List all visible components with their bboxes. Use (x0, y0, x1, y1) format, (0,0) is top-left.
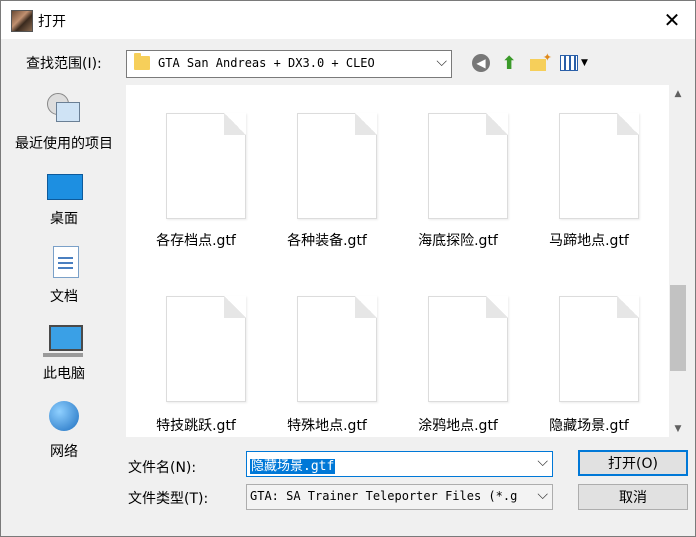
file-icon (166, 113, 246, 219)
filetype-label: 文件类型(T): (128, 491, 209, 507)
sidebar-item-desktop[interactable]: 桌面 (5, 172, 123, 244)
window-title: 打开 (38, 14, 66, 30)
desktop-icon (47, 174, 83, 200)
file-name: 各种装备.gtf (287, 233, 367, 249)
sidebar-item-label: 最近使用的项目 (15, 136, 113, 152)
scroll-down-icon[interactable]: ▼ (669, 420, 687, 437)
file-item[interactable]: 各种装备.gtf (267, 85, 387, 249)
filename-input[interactable]: 隐藏场景.gtf ⌵ (246, 451, 553, 477)
back-icon: ◀ (472, 54, 490, 72)
up-folder-button[interactable]: ⬆ (498, 52, 520, 74)
chevron-down-icon: ⌵ (537, 487, 548, 503)
filetype-select[interactable]: GTA: SA Trainer Teleporter Files (*.g ⌵ (246, 484, 553, 510)
file-list: 各存档点.gtf 各种装备.gtf 海底探险.gtf 马蹄地点.gtf 特技跳跃… (126, 85, 669, 437)
title-bar: 打开 ✕ (1, 1, 695, 39)
back-button[interactable]: ◀ (470, 52, 492, 74)
sidebar-item-network[interactable]: 网络 (5, 401, 123, 473)
filetype-value: GTA: SA Trainer Teleporter Files (*.g (250, 489, 518, 503)
file-icon (559, 296, 639, 402)
view-menu-button[interactable]: ▼ (557, 52, 591, 74)
documents-icon (53, 246, 79, 278)
chevron-down-icon: ⌵ (436, 54, 447, 70)
lookin-value: GTA San Andreas + DX3.0 + CLEO (158, 56, 375, 70)
sidebar-item-documents[interactable]: 文档 (5, 246, 123, 318)
folder-icon (134, 53, 150, 70)
close-button[interactable]: ✕ (649, 1, 695, 39)
file-name: 海底探险.gtf (418, 233, 498, 249)
file-item[interactable]: 马蹄地点.gtf (529, 85, 649, 249)
file-icon (428, 113, 508, 219)
file-icon (428, 296, 508, 402)
file-name: 各存档点.gtf (156, 233, 236, 249)
file-item[interactable]: 隐藏场景.gtf (529, 268, 649, 434)
file-name: 马蹄地点.gtf (549, 233, 629, 249)
lookin-dropdown[interactable]: GTA San Andreas + DX3.0 + CLEO ⌵ (126, 50, 452, 78)
sidebar-item-label: 文档 (50, 289, 78, 305)
file-item[interactable]: 涂鸦地点.gtf (398, 268, 518, 434)
file-item[interactable]: 特技跳跃.gtf (136, 268, 256, 434)
file-icon (559, 113, 639, 219)
file-item[interactable]: 海底探险.gtf (398, 85, 518, 249)
new-folder-icon (530, 51, 552, 71)
app-icon (11, 10, 33, 32)
network-icon (49, 401, 79, 431)
scroll-thumb[interactable] (670, 285, 686, 371)
sidebar-item-recent[interactable]: 最近使用的项目 (5, 89, 123, 161)
lookin-label: 查找范围(I): (26, 56, 102, 72)
up-arrow-icon: ⬆ (501, 52, 517, 74)
sidebar-item-this-pc[interactable]: 此电脑 (5, 323, 123, 395)
open-file-dialog: 打开 ✕ 查找范围(I): GTA San Andreas + DX3.0 + … (0, 0, 696, 537)
filename-value: 隐藏场景.gtf (250, 459, 336, 474)
file-item[interactable]: 各存档点.gtf (136, 85, 256, 249)
places-sidebar: 最近使用的项目 桌面 文档 此电脑 网络 (5, 85, 121, 525)
computer-icon (43, 325, 83, 357)
vertical-scrollbar[interactable]: ▲ ▼ (669, 85, 687, 437)
sidebar-item-label: 桌面 (50, 211, 78, 227)
file-name: 涂鸦地点.gtf (418, 418, 498, 434)
file-name: 隐藏场景.gtf (549, 418, 629, 434)
file-icon (166, 296, 246, 402)
new-folder-button[interactable] (527, 51, 552, 74)
file-name: 特殊地点.gtf (287, 418, 367, 434)
recent-icon (47, 93, 80, 123)
scroll-up-icon[interactable]: ▲ (669, 85, 687, 102)
file-icon (297, 113, 377, 219)
sidebar-item-label: 此电脑 (43, 366, 85, 382)
sidebar-item-label: 网络 (50, 444, 78, 460)
file-name: 特技跳跃.gtf (156, 418, 236, 434)
file-item[interactable]: 特殊地点.gtf (267, 268, 387, 434)
filename-label: 文件名(N): (128, 460, 197, 476)
cancel-button[interactable]: 取消 (578, 484, 688, 510)
chevron-down-icon[interactable]: ⌵ (537, 454, 548, 470)
dropdown-arrow-icon: ▼ (581, 58, 588, 68)
view-grid-icon (560, 55, 579, 71)
file-icon (297, 296, 377, 402)
open-button[interactable]: 打开(O) (578, 450, 688, 476)
